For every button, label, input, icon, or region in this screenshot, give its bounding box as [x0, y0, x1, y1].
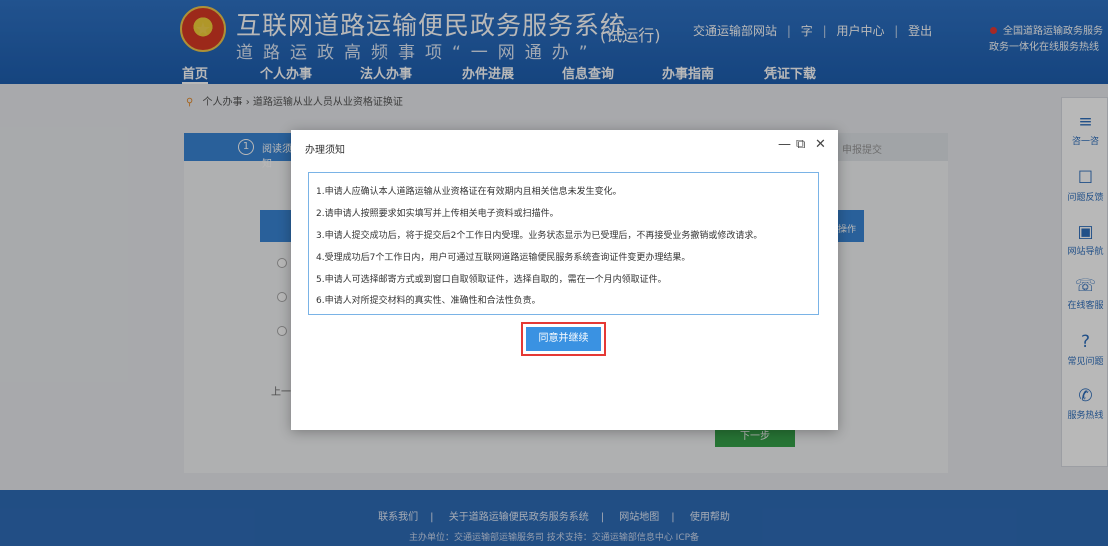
notice-line: 5.申请人可选择邮寄方式或到窗口自取领取证件，选择自取的，需在一个月内领取证件。	[316, 275, 667, 285]
notice-content: 1.申请人应确认本人道路运输从业资格证在有效期内且相关信息未发生变化。 2.请申…	[308, 172, 819, 315]
maximize-icon[interactable]: ⧉	[796, 137, 805, 152]
notice-line: 6.申请人对所提交材料的真实性、准确性和合法性负责。	[316, 296, 541, 306]
notice-line: 2.请申请人按照要求如实填写并上传相关电子资料或扫描件。	[316, 209, 559, 219]
notice-line: 4.受理成功后7个工作日内，用户可通过互联网道路运输便民服务系统查询证件变更办理…	[316, 253, 691, 263]
minimize-icon[interactable]: —	[778, 137, 791, 152]
agree-continue-button[interactable]: 同意并继续	[526, 327, 601, 351]
notice-line: 3.申请人提交成功后，将于提交后2个工作日内受理。业务状态显示为已受理后，不再接…	[316, 231, 763, 241]
agree-button-highlight: 同意并继续	[521, 322, 606, 356]
notice-dialog: 办理须知 — ⧉ ✕ 1.申请人应确认本人道路运输从业资格证在有效期内且相关信息…	[291, 130, 838, 430]
close-icon[interactable]: ✕	[815, 137, 826, 152]
notice-line: 1.申请人应确认本人道路运输从业资格证在有效期内且相关信息未发生变化。	[316, 187, 622, 197]
dialog-title: 办理须知	[305, 145, 345, 156]
